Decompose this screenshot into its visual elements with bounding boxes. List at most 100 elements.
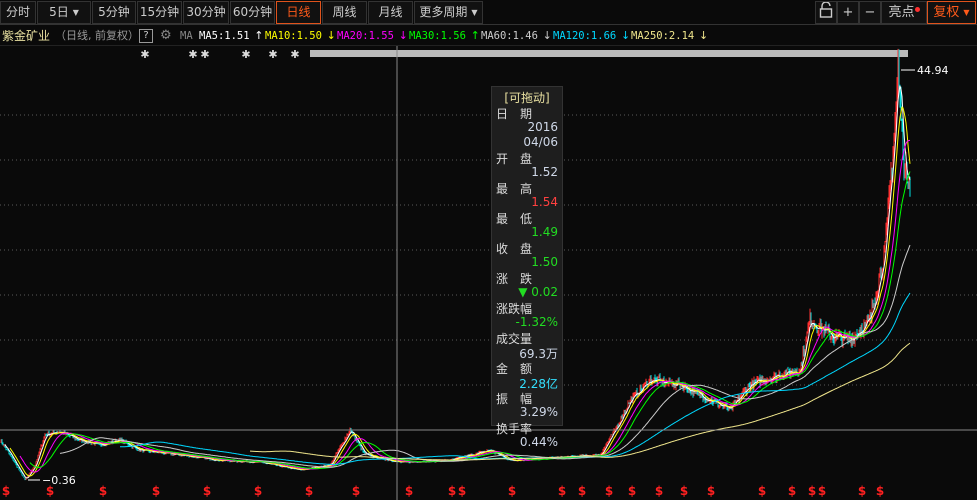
chart-mode: （日线, 前复权） — [55, 29, 139, 42]
period-tab-label: 日线 — [286, 5, 311, 19]
tooltip-value-2: 04/06 — [523, 135, 558, 149]
tooltip-key: 涨 跌 — [496, 272, 533, 286]
unlock-icon — [819, 1, 833, 18]
s-event-marker[interactable]: $ — [2, 484, 10, 498]
s-event-marker[interactable]: $ — [448, 484, 456, 498]
period-tab-label: 更多周期 — [419, 5, 468, 19]
help-button[interactable]: ? — [139, 29, 153, 43]
s-event-marker[interactable]: $ — [558, 484, 566, 498]
period-tab-7[interactable]: 周线 — [322, 1, 367, 24]
arrow-down-icon: ↓ — [326, 29, 336, 42]
period-tab-2[interactable]: 5分钟 — [92, 1, 136, 24]
zoom-in-button[interactable]: + — [837, 1, 859, 24]
candlestick-chart[interactable]: ✱ ✱ ✱ ✱ ✱ ✱44.94−0.36$ $ $ $ $ $ $ $ $ $ $ $ $ $ $ $ $ $ $ $ $ $ $ $… — [0, 46, 977, 500]
tooltip-value: 1.54 — [531, 195, 558, 209]
s-event-marker[interactable]: $ — [628, 484, 636, 498]
period-tab-label: 30分钟 — [186, 5, 226, 19]
s-event-marker[interactable]: $ — [152, 484, 160, 498]
event-star-marker[interactable]: ✱ — [188, 48, 197, 61]
tooltip-key: 振 幅 — [496, 392, 533, 406]
s-event-marker[interactable]: $ — [578, 484, 586, 498]
arrow-down-icon: ↓ — [621, 29, 631, 42]
period-tab-0[interactable]: 分时 — [0, 1, 36, 24]
s-event-marker[interactable]: $ — [405, 484, 413, 498]
period-tab-1[interactable]: 5日 ▼ — [37, 1, 91, 24]
period-tab-4[interactable]: 30分钟 — [183, 1, 229, 24]
period-tab-3[interactable]: 15分钟 — [137, 1, 182, 24]
period-tab-label: 周线 — [332, 5, 357, 19]
s-event-marker[interactable]: $ — [655, 484, 663, 498]
period-tab-label: 5日 — [49, 5, 69, 19]
zoom-out-button[interactable]: − — [859, 1, 881, 24]
settings-gear-icon[interactable]: ⚙ — [160, 26, 172, 46]
period-tab-9[interactable]: 更多周期 ▼ — [414, 1, 483, 24]
highlights-button[interactable]: 亮点 — [881, 1, 927, 24]
tooltip-value: -1.32% — [515, 315, 558, 329]
ma-line-5 — [4, 85, 911, 479]
period-tab-label: 15分钟 — [139, 5, 180, 19]
period-tab-6[interactable]: 日线 — [276, 1, 321, 24]
tooltip-value: 0.44% — [519, 435, 558, 449]
adjust-dropdown[interactable]: 复权 ▼ — [927, 1, 976, 24]
tooltip-value: 1.49 — [531, 225, 558, 239]
s-event-marker[interactable]: $ — [876, 484, 884, 498]
s-event-marker[interactable]: $ — [352, 484, 360, 498]
tooltip-value: 2016 — [527, 120, 558, 134]
ma-value-5: MA120:1.66 — [553, 30, 617, 42]
adjust-label: 复权 — [933, 5, 960, 20]
period-tab-label: 月线 — [378, 5, 403, 19]
ma-label: MA — [180, 30, 193, 42]
event-star-marker[interactable]: ✱ — [140, 48, 149, 61]
tooltip-key: 成交量 — [496, 332, 533, 346]
s-event-marker[interactable]: $ — [254, 484, 262, 498]
ma-legend-row: 紫金矿业 （日线, 前复权）? ⚙ MA MA5:1.51 ↑ MA10:1.50 ↓ MA20… — [0, 26, 977, 46]
chevron-down-icon: ▼ — [471, 8, 478, 17]
tooltip-key: 涨跌幅 — [496, 302, 533, 316]
ma-line-20 — [19, 139, 911, 473]
ma-value-0: MA5:1.51 — [199, 30, 250, 42]
ma-value-2: MA20:1.55 — [337, 30, 394, 42]
period-tab-label: 分时 — [5, 5, 30, 19]
ohlc-tooltip[interactable]: [可拖动] 日 期 2016 04/06 开 盘 1.52 最 高 1.54 最 低 1.49 收… — [491, 86, 563, 449]
period-toolbar: 分时 5日 ▼ 5分钟 15分钟 30分钟 60分钟 日线 周线 月线 更多周期 ▼ + − 亮点 复权 ▼ — [0, 0, 977, 25]
highlights-label: 亮点 — [888, 5, 915, 20]
s-event-marker[interactable]: $ — [46, 484, 54, 498]
s-event-marker[interactable]: $ — [508, 484, 516, 498]
s-event-marker[interactable]: $ — [758, 484, 766, 498]
event-star-marker[interactable]: ✱ — [200, 48, 209, 61]
s-event-marker[interactable]: $ — [818, 484, 826, 498]
tooltip-value: 69.3万 — [519, 347, 558, 361]
s-event-marker[interactable]: $ — [99, 484, 107, 498]
s-event-marker[interactable]: $ — [305, 484, 313, 498]
tooltip-title: [可拖动] — [504, 91, 550, 105]
arrow-up-icon: ↑ — [254, 29, 264, 42]
s-event-marker[interactable]: $ — [808, 484, 816, 498]
period-tab-8[interactable]: 月线 — [368, 1, 413, 24]
s-event-marker[interactable]: $ — [680, 484, 688, 498]
tooltip-key: 日 期 — [496, 107, 533, 121]
ma-line-30 — [29, 171, 911, 470]
period-tab-5[interactable]: 60分钟 — [230, 1, 275, 24]
stock-name: 紫金矿业 — [2, 29, 51, 43]
unlock-button[interactable] — [815, 1, 837, 24]
chevron-down-icon: ▼ — [72, 8, 79, 17]
s-event-marker[interactable]: $ — [858, 484, 866, 498]
period-tab-label: 5分钟 — [98, 5, 130, 19]
event-star-marker[interactable]: ✱ — [241, 48, 250, 61]
s-event-marker[interactable]: $ — [458, 484, 466, 498]
tooltip-key: 开 盘 — [496, 152, 533, 166]
ma-value-3: MA30:1.56 — [409, 30, 466, 42]
tooltip-key: 收 盘 — [496, 242, 533, 256]
tooltip-key: 金 额 — [496, 362, 533, 376]
s-event-marker[interactable]: $ — [707, 484, 715, 498]
s-event-marker[interactable]: $ — [605, 484, 613, 498]
event-star-marker[interactable]: ✱ — [290, 48, 299, 61]
ma-line-10 — [9, 106, 911, 477]
tooltip-value: 3.29% — [519, 405, 558, 419]
arrow-down-icon: ↓ — [699, 29, 709, 42]
s-event-marker[interactable]: $ — [203, 484, 211, 498]
zoom-in-button-label: + — [842, 5, 854, 20]
s-event-marker[interactable]: $ — [788, 484, 796, 498]
event-star-marker[interactable]: ✱ — [268, 48, 277, 61]
notification-dot — [914, 7, 920, 12]
